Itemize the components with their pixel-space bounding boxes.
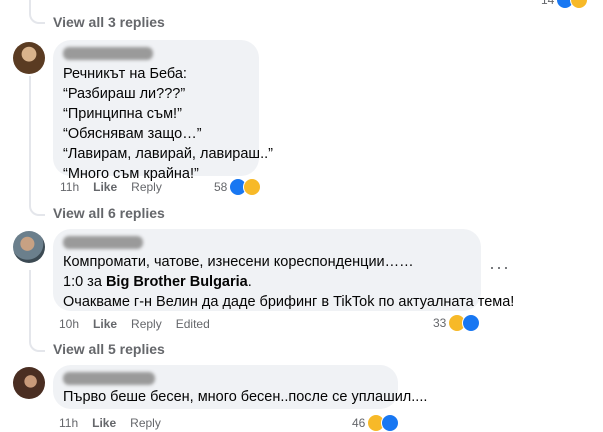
more-options-button[interactable]: ···: [489, 257, 510, 278]
comment-line: Речникът на Беба:: [63, 66, 187, 82]
avatar[interactable]: [13, 231, 45, 263]
thread-elbow: [29, 0, 45, 24]
thread-line: [29, 270, 31, 336]
comment-meta: 11h Like Reply: [59, 416, 175, 430]
author-name-redacted[interactable]: [63, 47, 153, 60]
like-icon: [381, 414, 400, 432]
thread-line: [29, 76, 31, 200]
reaction-summary[interactable]: 58: [214, 178, 262, 196]
reply-button[interactable]: Reply: [130, 416, 161, 430]
reaction-summary[interactable]: 14: [541, 0, 589, 9]
haha-icon: [243, 178, 262, 196]
reaction-summary[interactable]: 33: [433, 314, 481, 332]
like-icon: [462, 314, 481, 332]
comment-line: Очакваме г-н Велин да даде брифинг в Tik…: [63, 294, 515, 310]
comment-text: Компромати, чатове, изнесени кореспонден…: [63, 252, 514, 312]
comment-text: Първо беше бесен, много бесен..после се …: [63, 387, 427, 407]
comment-line: “Разбираш ли???”: [63, 86, 186, 102]
comment-line: “Обяснявам защо…”: [63, 126, 202, 142]
comment-line: Първо беше бесен, много бесен..после се …: [63, 389, 428, 405]
reaction-summary[interactable]: 46: [352, 414, 400, 432]
like-button[interactable]: Like: [92, 416, 116, 430]
comment-text: Речникът на Беба: “Разбираш ли???” “Прин…: [63, 64, 273, 184]
reaction-count: 58: [214, 180, 228, 194]
reply-button[interactable]: Reply: [131, 317, 162, 331]
reaction-count: 46: [352, 416, 366, 430]
comment-line: Компромати, чатове, изнесени кореспонден…: [63, 254, 414, 270]
reaction-count: 33: [433, 316, 447, 330]
like-button[interactable]: Like: [93, 317, 117, 331]
haha-icon: [570, 0, 589, 9]
like-button[interactable]: Like: [93, 180, 117, 194]
comment-line: “Лавирам, лавирай, лавираш..”: [63, 146, 273, 162]
timestamp[interactable]: 11h: [59, 416, 78, 430]
text-segment: .: [247, 274, 252, 290]
comment-line: “Принципна съм!”: [63, 106, 182, 122]
reply-button[interactable]: Reply: [131, 180, 162, 194]
avatar[interactable]: [13, 367, 45, 399]
edited-label[interactable]: Edited: [176, 317, 210, 331]
timestamp[interactable]: 10h: [59, 317, 79, 331]
reaction-count: 14: [541, 0, 555, 7]
comment-line: 1:0 за Big Brother Bulgaria.: [63, 272, 514, 292]
comment-meta: 10h Like Reply Edited: [59, 317, 224, 331]
view-all-replies-link[interactable]: View all 3 replies: [53, 14, 165, 30]
view-all-replies-link[interactable]: View all 6 replies: [53, 205, 165, 221]
author-name-redacted[interactable]: [63, 236, 143, 249]
comment-meta: 11h Like Reply: [60, 180, 176, 194]
view-all-replies-link[interactable]: View all 5 replies: [53, 341, 165, 357]
timestamp[interactable]: 11h: [60, 180, 79, 194]
thread-elbow: [29, 198, 45, 216]
avatar[interactable]: [13, 42, 45, 74]
author-name-redacted[interactable]: [63, 372, 155, 385]
page-mention-link[interactable]: Big Brother Bulgaria: [106, 274, 248, 290]
thread-elbow: [29, 334, 45, 352]
text-segment: 1:0 за: [63, 274, 106, 290]
